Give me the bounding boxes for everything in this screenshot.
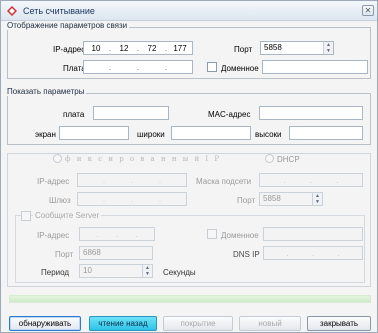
spinner-arrows[interactable]: ▲ ▼ (323, 42, 333, 54)
cover-button[interactable]: покрытие (163, 316, 233, 331)
gateway-label: Шлюз (49, 196, 71, 205)
dhcp-label: DHCP (277, 155, 300, 164)
screen-input[interactable] (59, 126, 129, 140)
gateway-input[interactable]: ... (77, 192, 187, 206)
server-port-label: Порт (55, 250, 74, 259)
connection-params-legend: Отображение параметров связи (5, 21, 130, 30)
server-domain-checkbox[interactable] (207, 229, 217, 239)
server-report-label: Сообщите Server (33, 211, 102, 220)
connection-ip-input[interactable]: 10. 12. 72. 177 (83, 41, 193, 55)
connection-board-input[interactable]: ... (83, 60, 193, 74)
server-ip-label: IP-адрес (37, 231, 70, 240)
mac-address-input[interactable] (259, 106, 363, 120)
width-label: широки (137, 130, 165, 139)
connection-port-label: Порт (234, 45, 253, 54)
detect-button[interactable]: обнаруживать (9, 316, 81, 331)
show-board-input[interactable] (93, 106, 169, 120)
network-ip-input[interactable]: ... (77, 173, 187, 187)
server-domain-input[interactable] (263, 227, 363, 241)
new-button[interactable]: новый (239, 316, 301, 331)
network-reading-window: Сеть считывание ✕ Отображение параметров… (0, 0, 378, 333)
ip-octet-2: 12 (119, 43, 129, 53)
seconds-label: Секунды (163, 268, 196, 277)
spinner-arrows[interactable]: ▲ ▼ (312, 193, 322, 205)
server-port-value: 6868 (83, 248, 101, 257)
window-title: Сеть считывание (23, 6, 95, 16)
ip-octet-4: 177 (173, 43, 187, 53)
subnet-mask-label: Маска подсети (196, 177, 252, 186)
ip-octet-3: 72 (147, 43, 157, 53)
show-board-label: плата (63, 110, 85, 119)
mac-address-label: MAC-адрес (208, 110, 251, 119)
period-value: 10 (83, 266, 92, 275)
network-port-value: 5858 (263, 194, 281, 203)
server-domain-label: Доменное (221, 231, 259, 240)
ip-octet-1: 10 (91, 43, 101, 53)
fixed-ip-label: ф и к с и р о в а н н ы й I P (65, 155, 222, 163)
title-bar: Сеть считывание ✕ (1, 1, 377, 21)
server-ip-input[interactable]: ... (79, 227, 155, 241)
height-label: высоки (255, 130, 282, 139)
dns-ip-label: DNS IP (233, 250, 260, 259)
period-label: Период (41, 268, 70, 277)
server-port-spinner[interactable]: 6868 (79, 246, 153, 260)
show-params-legend: Показать параметры (5, 87, 87, 96)
screen-label: экран (35, 130, 56, 139)
network-port-spinner[interactable]: 5858 ▲ ▼ (259, 192, 323, 206)
read-back-button[interactable]: чтение назад (89, 316, 157, 331)
connection-domain-checkbox[interactable] (207, 62, 217, 72)
close-window-button[interactable]: ✕ (362, 5, 374, 16)
spinner-arrows[interactable]: ▲ ▼ (142, 265, 152, 277)
dns-ip-input[interactable]: ... (263, 246, 363, 260)
connection-port-value: 5858 (264, 43, 282, 52)
server-report-checkbox[interactable] (21, 211, 31, 221)
network-port-label: Порт (237, 196, 256, 205)
connection-port-spinner[interactable]: 5858 ▲ ▼ (260, 41, 334, 55)
connection-domain-label: Доменное (221, 64, 259, 73)
width-input[interactable] (171, 126, 251, 140)
connection-domain-input[interactable] (262, 60, 368, 74)
close-button[interactable]: закрывать (307, 316, 371, 331)
period-spinner[interactable]: 10 ▲ ▼ (79, 264, 153, 278)
height-input[interactable] (289, 126, 363, 140)
dhcp-radio[interactable] (265, 154, 274, 163)
fixed-ip-radio[interactable] (53, 154, 62, 163)
network-ip-label: IP-адрес (37, 177, 70, 186)
status-strip (9, 295, 371, 303)
app-logo-icon (7, 6, 17, 16)
subnet-mask-input[interactable]: ... (259, 173, 363, 187)
close-icon: ✕ (364, 6, 372, 15)
connection-ip-label: IP-адрес (53, 45, 86, 54)
